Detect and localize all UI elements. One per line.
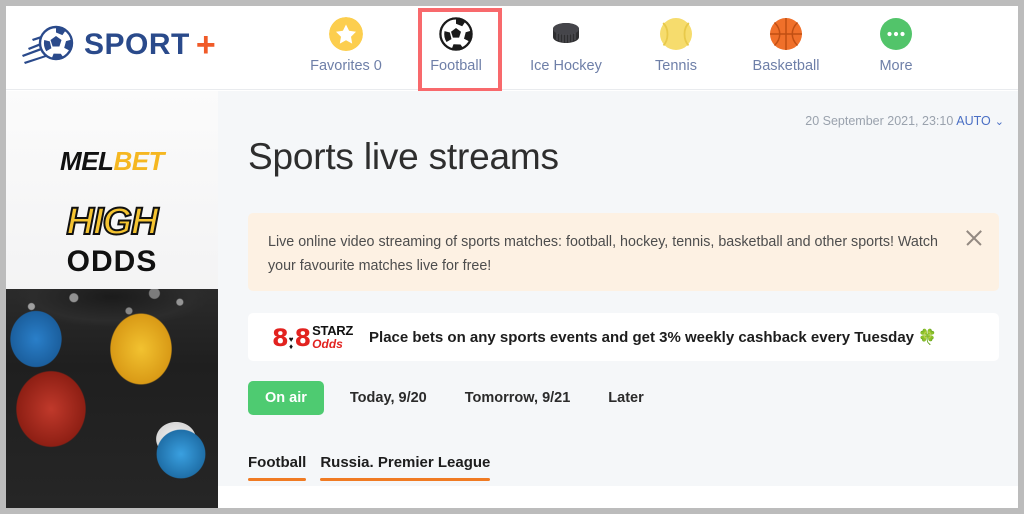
brand-name: SPORT xyxy=(84,28,190,61)
clover-icon: 🍀 xyxy=(918,329,937,346)
subtab-football-label: Football xyxy=(248,454,307,471)
sidebar-ad-headline-block: HIGH ODDS xyxy=(6,201,218,278)
sidebar-ad-headline: HIGH xyxy=(66,201,160,243)
starz-logo-wordmark: STARZ Odds xyxy=(312,324,353,350)
nav-item-basketball-label: Basketball xyxy=(752,58,820,74)
starz-logo-odds: Odds xyxy=(312,337,343,351)
melbet-logo-part1: MEL xyxy=(60,146,114,176)
timestamp-value: 20 September 2021, 23:10 xyxy=(805,114,954,128)
tennis-ball-icon xyxy=(659,17,693,51)
nav-item-more-label: More xyxy=(879,58,913,74)
breadcrumb-tabs: Football Russia. Premier League xyxy=(248,454,504,481)
timestamp-bar[interactable]: 20 September 2021, 23:10 AUTO ⌄ xyxy=(805,114,1004,128)
ellipsis-icon xyxy=(879,17,913,51)
info-banner: Live online video streaming of sports ma… xyxy=(248,213,999,291)
timestamp-mode[interactable]: AUTO xyxy=(956,114,991,128)
nav-item-tennis-label: Tennis xyxy=(655,58,697,74)
diamond-icon: ♦ xyxy=(289,341,294,351)
chevron-down-icon[interactable]: ⌄ xyxy=(995,116,1004,128)
promo-banner-text: Place bets on any sports events and get … xyxy=(369,328,915,346)
nav-item-favorites-label: Favorites 0 xyxy=(310,58,382,74)
primary-nav: Favorites 0 Football Ice Hockey Tennis B… xyxy=(291,6,951,92)
filter-tab-later[interactable]: Later xyxy=(596,381,655,415)
promo-banner[interactable]: 8 ♥ ♦ 8 STARZ Odds Place bets on any spo… xyxy=(248,313,999,361)
subtab-russia-premier-league-underline xyxy=(320,478,491,481)
football-icon xyxy=(439,17,473,51)
brand-plus-icon: + xyxy=(195,26,216,64)
starz-logo-suits: ♥ ♦ xyxy=(289,335,294,351)
nav-item-basketball[interactable]: Basketball xyxy=(731,6,841,74)
subtab-football-underline xyxy=(248,478,307,481)
subtab-football[interactable]: Football xyxy=(248,454,307,481)
starz-logo-starz: STARZ xyxy=(312,323,354,338)
starz-logo: 8 ♥ ♦ 8 STARZ Odds xyxy=(272,324,353,350)
date-filter-tabs: On air Today, 9/20 Tomorrow, 9/21 Later xyxy=(248,381,656,415)
hockey-puck-icon xyxy=(549,17,583,51)
soccer-ball-motion-logo-icon xyxy=(22,22,74,68)
filter-tab-today[interactable]: Today, 9/20 xyxy=(338,381,439,415)
content-bottom-strip xyxy=(218,486,1018,508)
starz-logo-digit-right: 8 xyxy=(294,324,311,352)
site-header: SPORT + Favorites 0 Football Ice Hockey … xyxy=(6,6,1018,92)
nav-item-ice-hockey[interactable]: Ice Hockey xyxy=(511,6,621,74)
main-content: 20 September 2021, 23:10 AUTO ⌄ Sports liv… xyxy=(218,91,1018,508)
filter-tab-on-air[interactable]: On air xyxy=(248,381,324,415)
starz-logo-digit-left: 8 xyxy=(272,324,289,352)
subtab-russia-premier-league-label: Russia. Premier League xyxy=(320,454,491,471)
info-banner-text: Live online video streaming of sports ma… xyxy=(268,234,938,274)
app-window: SPORT + Favorites 0 Football Ice Hockey … xyxy=(6,6,1018,508)
nav-item-football[interactable]: Football xyxy=(401,6,511,92)
melbet-logo: MELBET xyxy=(6,146,218,177)
close-icon[interactable] xyxy=(963,227,985,249)
brand-logo[interactable]: SPORT + xyxy=(22,22,216,68)
filter-tab-tomorrow[interactable]: Tomorrow, 9/21 xyxy=(453,381,583,415)
melbet-logo-part2: BET xyxy=(113,146,164,176)
nav-item-ice-hockey-label: Ice Hockey xyxy=(530,58,602,74)
sidebar-ad-banner[interactable]: MELBET HIGH ODDS xyxy=(6,91,218,508)
nav-item-more[interactable]: More xyxy=(841,6,951,74)
page-title: Sports live streams xyxy=(248,136,559,177)
nav-item-favorites[interactable]: Favorites 0 xyxy=(291,6,401,74)
subtab-russia-premier-league[interactable]: Russia. Premier League xyxy=(320,454,491,481)
nav-item-football-label: Football xyxy=(430,58,482,74)
sidebar-ad-photo xyxy=(6,289,218,508)
sidebar-ad-subhead: ODDS xyxy=(66,245,158,278)
nav-item-tennis[interactable]: Tennis xyxy=(621,6,731,74)
basketball-icon xyxy=(769,17,803,51)
page-body: MELBET HIGH ODDS 20 September 2021, 23:1… xyxy=(6,91,1018,508)
star-icon xyxy=(329,17,363,51)
